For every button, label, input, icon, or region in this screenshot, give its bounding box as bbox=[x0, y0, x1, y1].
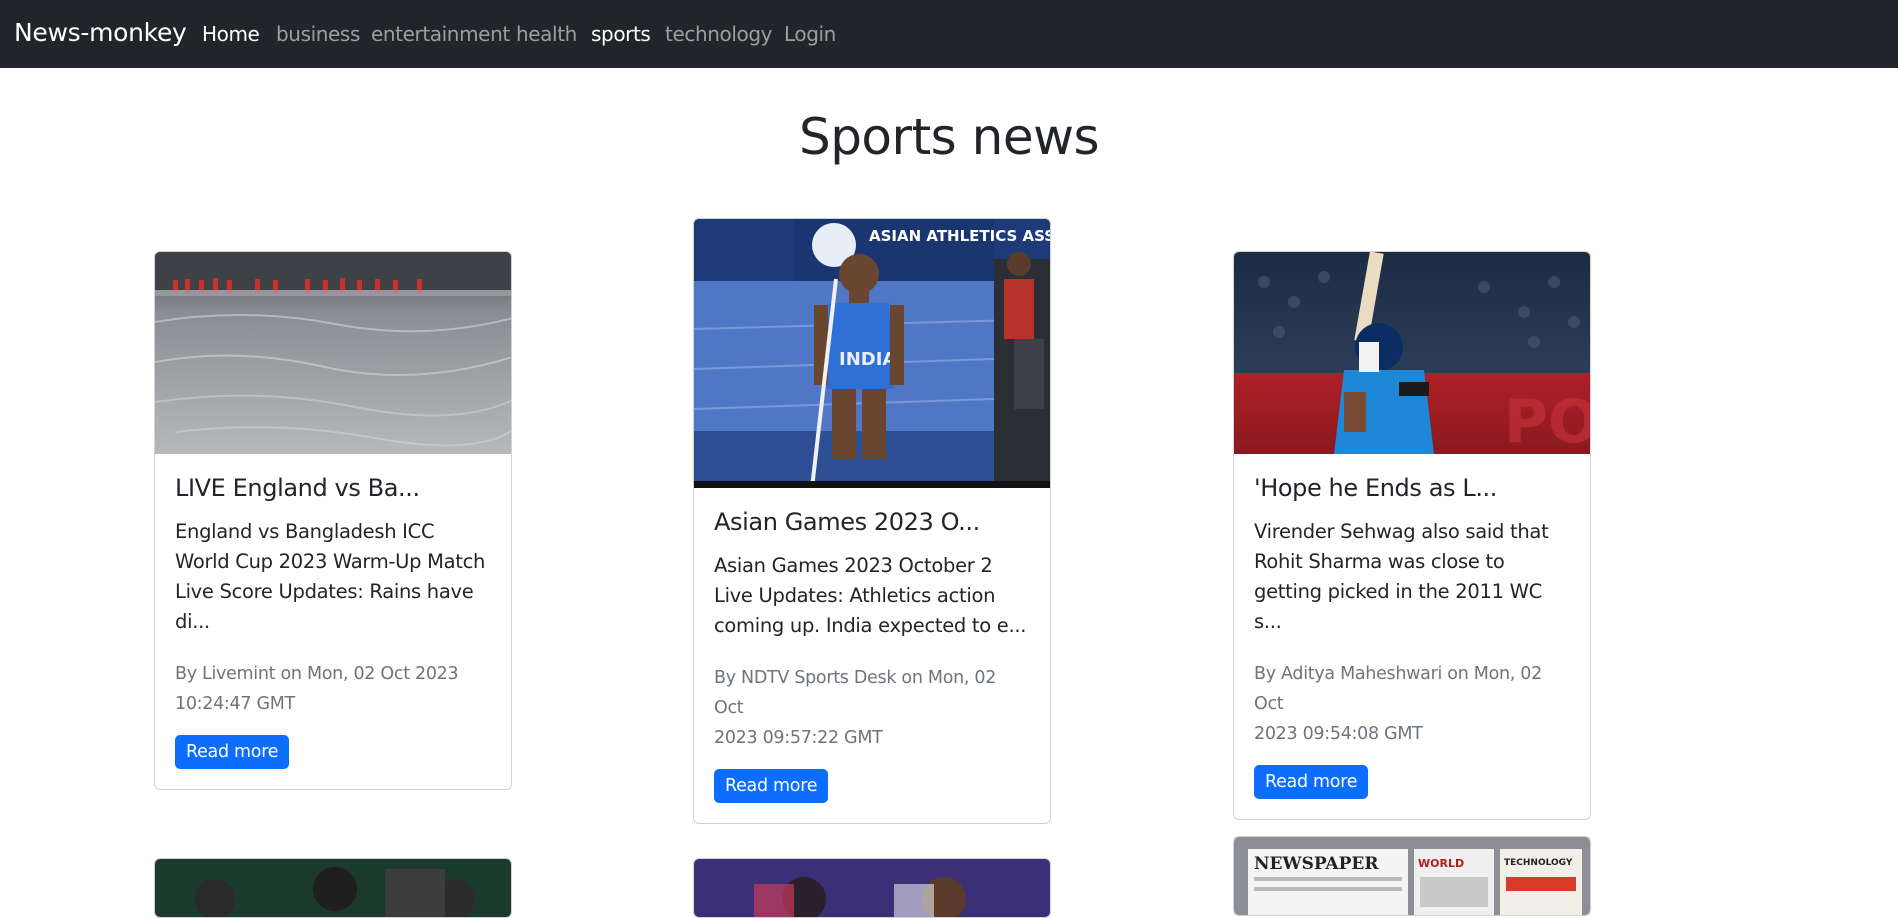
news-card-image bbox=[155, 252, 511, 454]
news-card: LIVE England vs Ba... England vs Banglad… bbox=[154, 251, 512, 790]
news-card-body: LIVE England vs Ba... England vs Banglad… bbox=[155, 454, 511, 789]
news-card bbox=[154, 858, 512, 918]
nav-business[interactable]: business bbox=[276, 22, 360, 46]
news-card: NEWSPAPER WORLD TECHNOLOGY bbox=[1233, 836, 1591, 916]
svg-text:PO: PO bbox=[1504, 387, 1590, 454]
read-more-button[interactable]: Read more bbox=[714, 768, 829, 803]
page-title: Sports news bbox=[798, 108, 1100, 166]
news-card-body: 'Hope he Ends as L... Virender Sehwag al… bbox=[1234, 454, 1590, 819]
news-card-meta: By NDTV Sports Desk on Mon, 02 Oct 2023 0… bbox=[714, 663, 1030, 753]
news-card-meta: By Aditya Maheshwari on Mon, 02 Oct 2023 … bbox=[1254, 659, 1570, 749]
news-card-meta: By Livemint on Mon, 02 Oct 2023 10:24:47 … bbox=[175, 659, 491, 719]
newspaper-word-3: TECHNOLOGY bbox=[1504, 858, 1573, 868]
nav-sports[interactable]: sports bbox=[591, 22, 651, 46]
news-card-meta-author: By Aditya Maheshwari on Mon, 02 Oct bbox=[1254, 663, 1542, 714]
news-card-meta-time: 2023 09:57:22 GMT bbox=[714, 727, 883, 748]
news-card-title: LIVE England vs Ba... bbox=[175, 474, 420, 502]
news-card-body: Asian Games 2023 O... Asian Games 2023 O… bbox=[694, 488, 1050, 823]
news-card-description: England vs Bangladesh ICC World Cup 2023… bbox=[175, 519, 486, 633]
news-card-description: Asian Games 2023 October 2 Live Updates:… bbox=[714, 553, 1027, 637]
news-card-image: ASIAN ATHLETICS ASSOCIATION INDIA bbox=[694, 219, 1050, 488]
read-more-button[interactable]: Read more bbox=[175, 734, 290, 769]
newspaper-word-1: NEWSPAPER bbox=[1254, 854, 1379, 874]
image-jersey-text: INDIA bbox=[839, 349, 896, 370]
news-card-meta-time: 10:24:47 GMT bbox=[175, 693, 295, 714]
news-card-image: NEWSPAPER WORLD TECHNOLOGY bbox=[1234, 837, 1590, 915]
news-card-description: Virender Sehwag also said that Rohit Sha… bbox=[1254, 519, 1549, 633]
news-card-image bbox=[694, 859, 1050, 917]
news-card-image bbox=[155, 859, 511, 917]
news-card: PO 'Hope he Ends as L... Virender Sehwag… bbox=[1233, 251, 1591, 820]
nav-home[interactable]: Home bbox=[202, 22, 260, 46]
image-banner-text: ASIAN ATHLETICS ASSOCIATION bbox=[869, 227, 1050, 245]
news-card-meta-author: By NDTV Sports Desk on Mon, 02 Oct bbox=[714, 667, 997, 718]
navbar: News-monkey Home business entertainment … bbox=[0, 0, 1898, 68]
nav-login[interactable]: Login bbox=[784, 22, 836, 46]
nav-entertainment[interactable]: entertainment bbox=[371, 22, 510, 46]
read-more-button[interactable]: Read more bbox=[1254, 764, 1369, 799]
news-card-image: PO bbox=[1234, 252, 1590, 454]
news-card-title: 'Hope he Ends as L... bbox=[1254, 474, 1498, 502]
newspaper-word-2: WORLD bbox=[1418, 857, 1464, 870]
brand-logo[interactable]: News-monkey bbox=[14, 18, 187, 47]
news-card-meta-author: By Livemint on Mon, 02 Oct 2023 bbox=[175, 663, 459, 684]
news-card-meta-time: 2023 09:54:08 GMT bbox=[1254, 723, 1423, 744]
news-card: ASIAN ATHLETICS ASSOCIATION INDIA Asian … bbox=[693, 218, 1051, 824]
nav-technology[interactable]: technology bbox=[665, 22, 772, 46]
news-card bbox=[693, 858, 1051, 918]
news-card-title: Asian Games 2023 O... bbox=[714, 508, 980, 536]
nav-health[interactable]: health bbox=[516, 22, 577, 46]
